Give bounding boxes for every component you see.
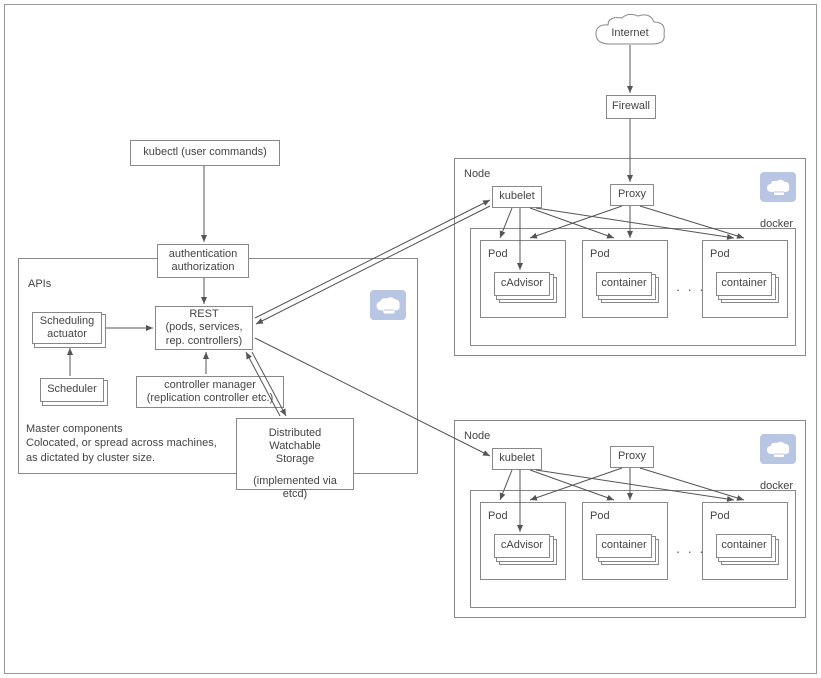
scheduler-box: Scheduler [40,378,104,402]
node-2-label: Node [464,430,490,442]
cadvisor-box-1: cAdvisor [494,272,550,296]
kubectl-box: kubectl (user commands) [130,140,280,166]
internet-cloud: Internet [590,10,670,56]
container-box-2-3: container [716,534,772,558]
auth-box: authentication authorization [157,244,249,278]
rest-box: REST (pods, services, rep. controllers) [155,306,253,350]
apis-label: APIs [28,278,51,290]
internet-label: Internet [611,27,648,39]
storage-box: Distributed Watchable Storage (implement… [236,418,354,490]
docker-label-1: docker [760,218,793,230]
kubelet-box-2: kubelet [492,448,542,470]
node-1-label: Node [464,168,490,180]
master-note: Master components Colocated, or spread a… [26,422,226,465]
controller-manager-box: controller manager (replication controll… [136,376,284,408]
container-box-2-2: container [596,534,652,558]
container-box-1-3: container [716,272,772,296]
firewall-box: Firewall [606,95,656,119]
scheduling-actuator-box: Scheduling actuator [32,312,102,344]
cloud-icon [760,434,796,464]
container-box-1-2: container [596,272,652,296]
proxy-box-2: Proxy [610,446,654,468]
cloud-icon [370,290,406,320]
proxy-box-1: Proxy [610,184,654,206]
docker-label-2: docker [760,480,793,492]
cloud-icon [760,172,796,202]
kubelet-box-1: kubelet [492,186,542,208]
cadvisor-box-2: cAdvisor [494,534,550,558]
